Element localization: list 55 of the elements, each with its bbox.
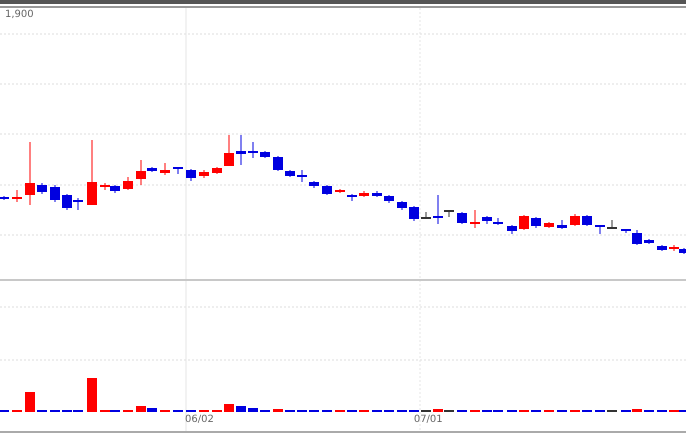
candlestick bbox=[347, 194, 357, 202]
candlestick bbox=[595, 224, 605, 234]
candlestick bbox=[73, 198, 83, 210]
candlestick bbox=[507, 224, 517, 234]
candlestick bbox=[607, 220, 617, 230]
candlestick bbox=[186, 168, 196, 182]
candlestick bbox=[322, 184, 332, 196]
price-axis-label: 1,900 bbox=[5, 9, 34, 22]
candlestick bbox=[273, 156, 283, 172]
candlestick bbox=[212, 166, 222, 174]
candlestick bbox=[644, 238, 654, 244]
candlestick bbox=[62, 194, 72, 210]
candlestick bbox=[37, 182, 47, 194]
candlestick bbox=[457, 212, 467, 224]
date-axis-label: 07/01 bbox=[414, 414, 443, 427]
candlestick bbox=[160, 162, 170, 176]
candlestick bbox=[297, 170, 307, 182]
candlestick bbox=[470, 210, 480, 228]
candlestick bbox=[260, 150, 270, 158]
candlestick bbox=[236, 134, 246, 166]
candlestick bbox=[570, 214, 580, 226]
candlestick bbox=[557, 220, 567, 230]
candlestick bbox=[87, 140, 97, 206]
candlestick bbox=[110, 184, 120, 194]
candlestick bbox=[224, 134, 234, 166]
candlestick bbox=[544, 222, 554, 228]
volume-bar bbox=[25, 392, 35, 412]
candlestick bbox=[384, 194, 394, 204]
candlestick bbox=[372, 190, 382, 198]
candlestick bbox=[50, 184, 60, 202]
volume-bar bbox=[248, 408, 258, 412]
candlestick bbox=[409, 206, 419, 222]
volume-bar bbox=[87, 378, 97, 412]
date-axis-label: 06/02 bbox=[185, 414, 214, 427]
volume-bar bbox=[236, 406, 246, 412]
candlestick bbox=[173, 166, 183, 174]
candlestick bbox=[25, 142, 35, 206]
candlestick bbox=[582, 214, 592, 226]
candlestick bbox=[248, 142, 258, 158]
candlestick bbox=[519, 214, 529, 230]
volume-bar bbox=[224, 404, 234, 412]
candlestick bbox=[482, 216, 492, 224]
candlestick bbox=[199, 170, 209, 178]
candlestick bbox=[0, 196, 9, 200]
candlestick bbox=[12, 190, 22, 202]
candlestick bbox=[421, 212, 431, 220]
candlestick bbox=[359, 190, 369, 198]
candlestick bbox=[335, 188, 345, 194]
volume-bar bbox=[273, 409, 283, 412]
candlestick bbox=[657, 244, 667, 252]
candlestick bbox=[531, 216, 541, 228]
candlestick bbox=[309, 180, 319, 188]
candlestick bbox=[123, 176, 133, 190]
candlestick bbox=[285, 170, 295, 178]
candlestick bbox=[397, 200, 407, 210]
